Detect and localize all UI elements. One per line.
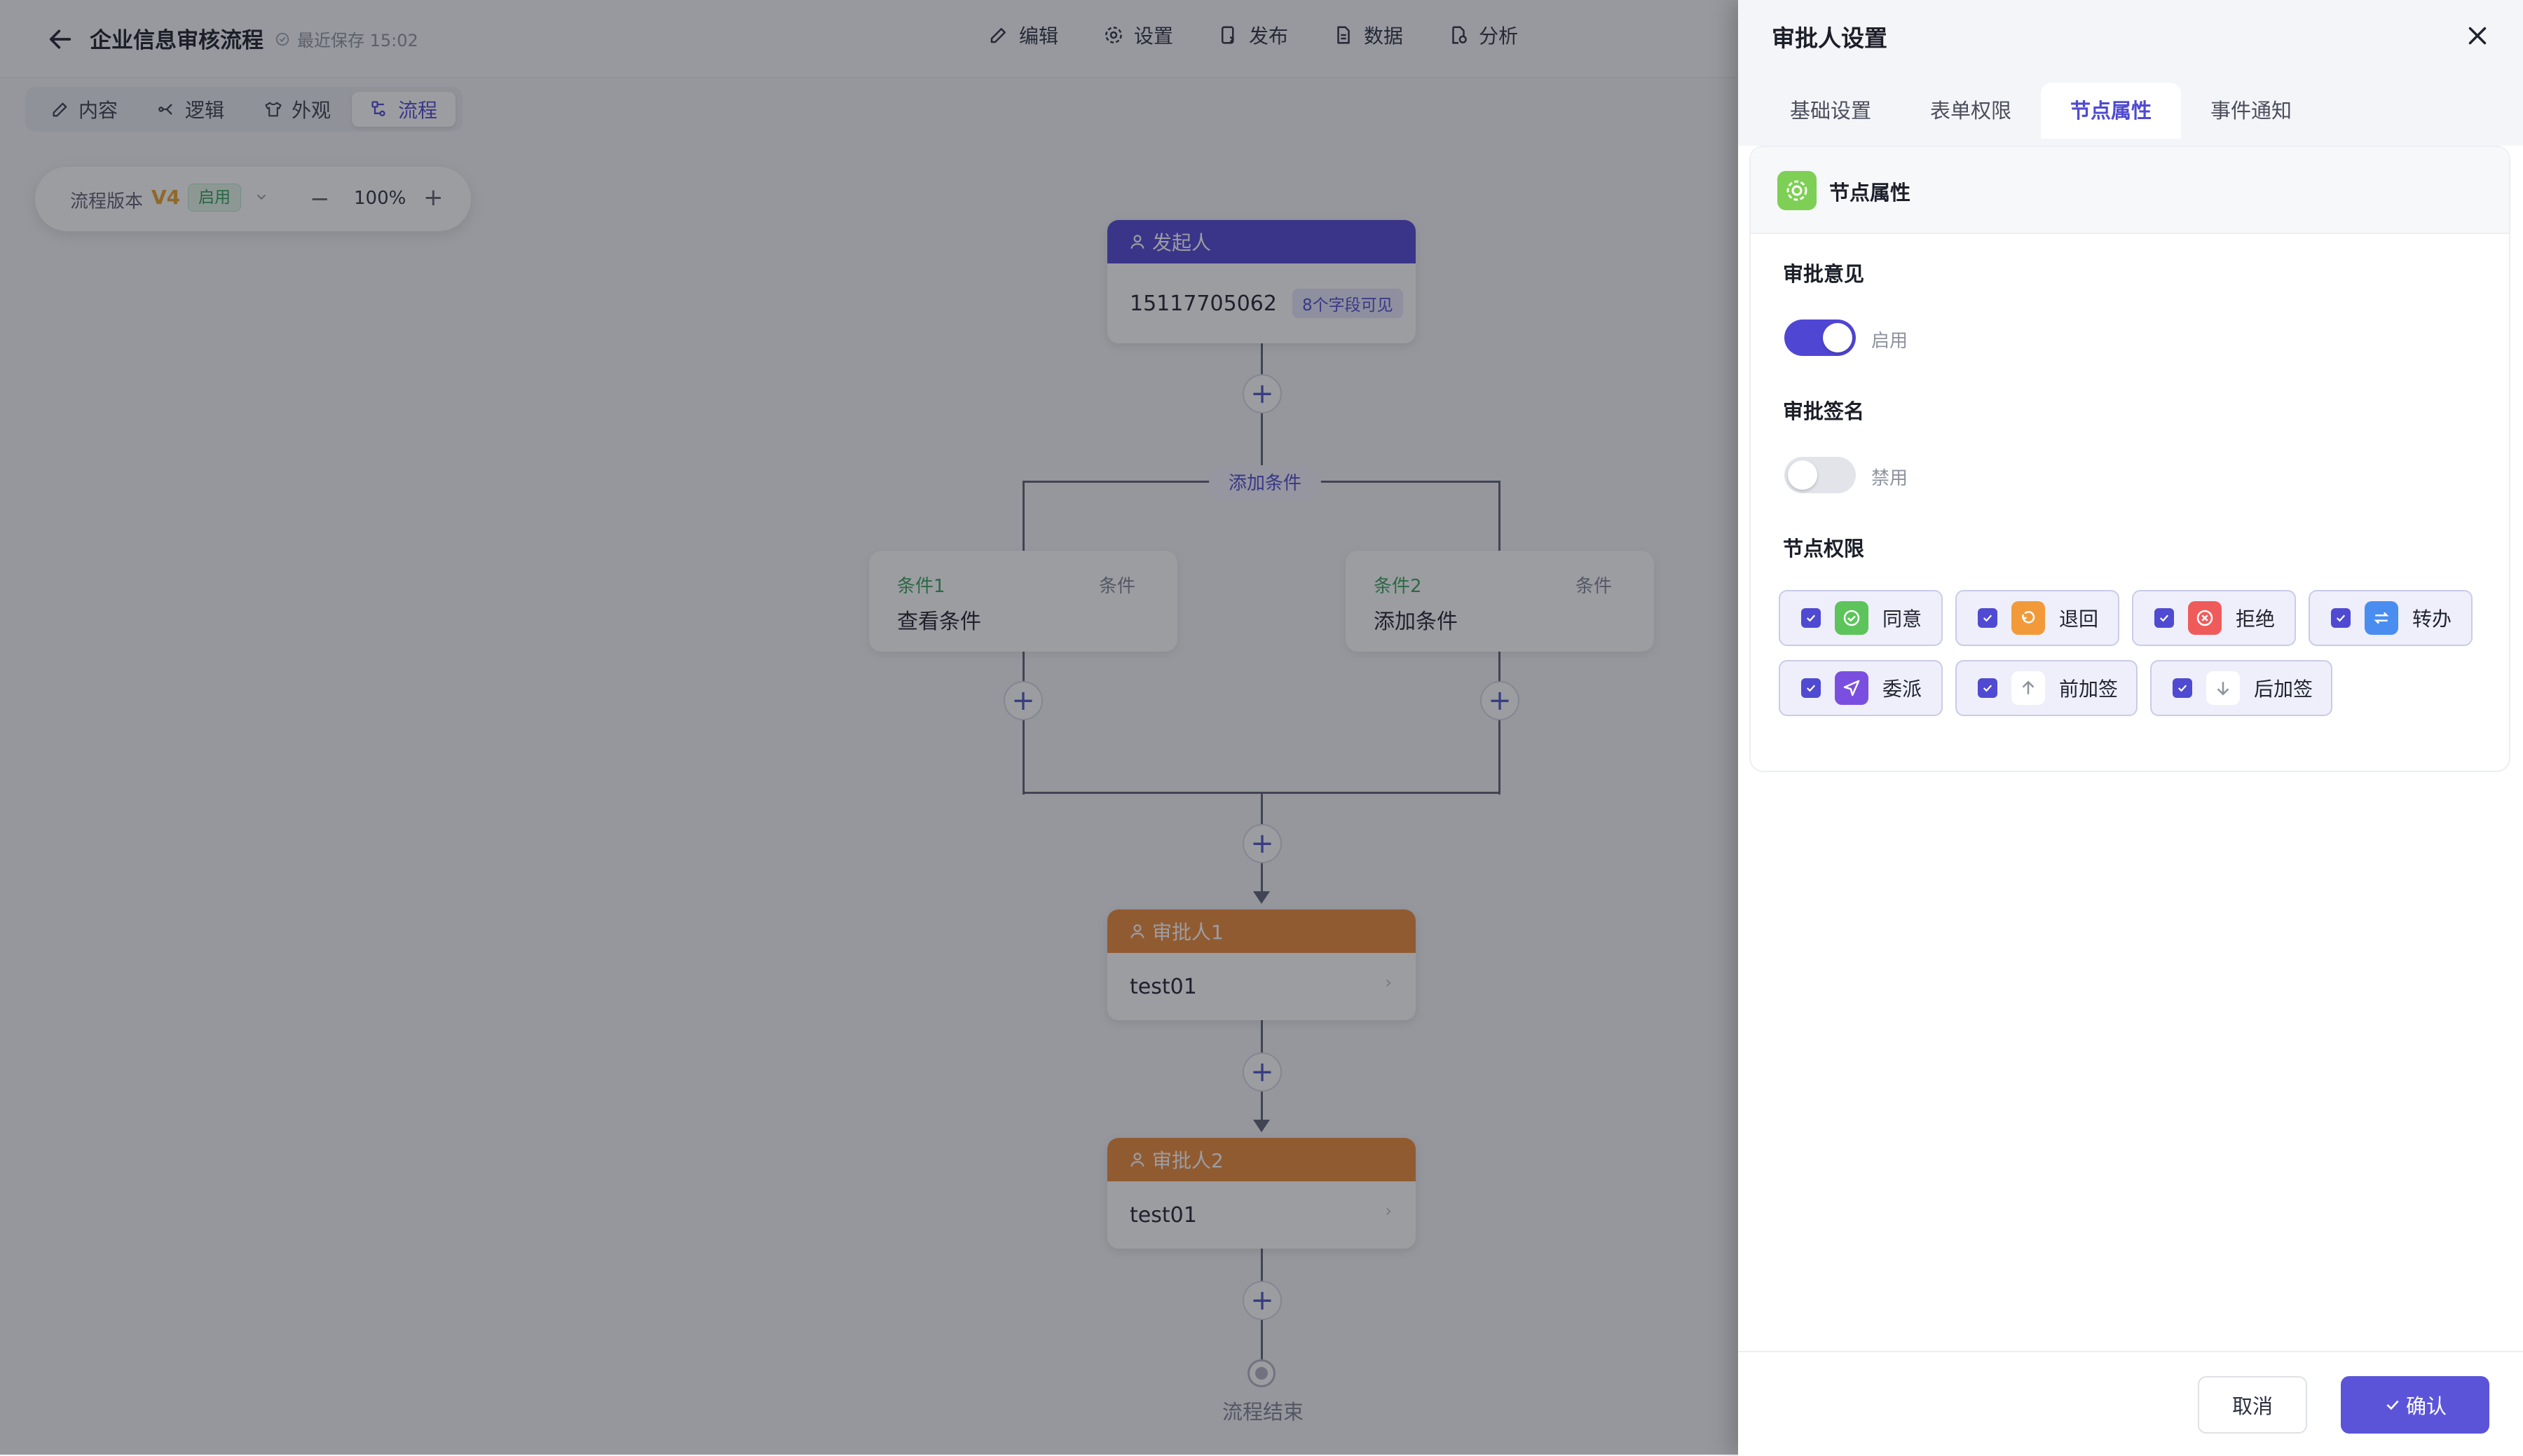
tab-form-permission[interactable]: 表单权限 <box>1901 83 2041 139</box>
permissions-label: 节点权限 <box>1783 537 1865 561</box>
permission-approve[interactable]: 同意 <box>1779 590 1943 646</box>
drawer-header: 审批人设置 基础设置 表单权限 节点属性 事件通知 <box>1738 0 2523 146</box>
check-icon <box>2384 1396 2402 1414</box>
opinion-state: 启用 <box>1871 331 1908 352</box>
drawer-title: 审批人设置 <box>1772 25 1887 52</box>
confirm-button[interactable]: 确认 <box>2341 1376 2489 1434</box>
checkbox-icon[interactable] <box>1978 608 1997 628</box>
signature-state: 禁用 <box>1871 468 1908 489</box>
permission-label: 拒绝 <box>2236 607 2276 631</box>
permission-label: 前加签 <box>2059 678 2119 701</box>
gear-icon <box>1777 171 1817 210</box>
confirm-label: 确认 <box>2405 1394 2447 1418</box>
undo-icon <box>2011 601 2045 635</box>
permission-label: 后加签 <box>2254 678 2313 701</box>
tab-basic[interactable]: 基础设置 <box>1760 83 1901 139</box>
node-properties-section: 节点属性 审批意见 启用 审批签名 禁用 节点权限 同意 退回 拒绝 转办 委派… <box>1749 146 2510 772</box>
section-title: 节点属性 <box>1829 181 1911 205</box>
check-circle-icon <box>1835 601 1868 635</box>
checkbox-icon[interactable] <box>2154 608 2174 628</box>
permission-delegate[interactable]: 委派 <box>1779 660 1943 716</box>
opinion-toggle[interactable] <box>1784 320 1856 356</box>
transfer-icon <box>2365 601 2398 635</box>
opinion-label: 审批意见 <box>1783 262 1865 286</box>
permission-label: 同意 <box>1882 607 1922 631</box>
permission-label: 委派 <box>1882 678 1922 701</box>
permission-add-after[interactable]: 后加签 <box>2150 660 2332 716</box>
tab-node-properties[interactable]: 节点属性 <box>2041 83 2182 139</box>
arrow-up-icon <box>2011 671 2045 705</box>
arrow-down-icon <box>2206 671 2240 705</box>
permission-label: 转办 <box>2412 607 2452 631</box>
checkbox-icon[interactable] <box>2173 678 2192 698</box>
drawer-footer: 取消 确认 <box>1738 1351 2523 1456</box>
permission-transfer[interactable]: 转办 <box>2309 590 2473 646</box>
close-icon[interactable] <box>2463 21 2492 50</box>
checkbox-icon[interactable] <box>1801 608 1821 628</box>
modal-overlay[interactable] <box>0 0 1738 1455</box>
x-circle-icon <box>2188 601 2222 635</box>
approver-settings-drawer: 审批人设置 基础设置 表单权限 节点属性 事件通知 节点属性 审批意见 启用 审… <box>1738 0 2523 1456</box>
signature-label: 审批签名 <box>1783 399 1865 423</box>
checkbox-icon[interactable] <box>1978 678 1997 698</box>
drawer-tabs: 基础设置 表单权限 节点属性 事件通知 <box>1760 83 2321 139</box>
checkbox-icon[interactable] <box>1801 678 1821 698</box>
permission-add-before[interactable]: 前加签 <box>1955 660 2138 716</box>
signature-toggle[interactable] <box>1784 457 1856 493</box>
permission-label: 退回 <box>2059 607 2099 631</box>
tab-event-notification[interactable]: 事件通知 <box>2181 83 2321 139</box>
permission-reject[interactable]: 拒绝 <box>2132 590 2296 646</box>
send-icon <box>1835 671 1868 705</box>
section-header: 节点属性 <box>1751 147 2509 234</box>
permission-return[interactable]: 退回 <box>1955 590 2119 646</box>
toggle-knob <box>1823 323 1852 352</box>
checkbox-icon[interactable] <box>2331 608 2351 628</box>
cancel-button[interactable]: 取消 <box>2198 1376 2307 1434</box>
toggle-knob <box>1788 460 1817 490</box>
